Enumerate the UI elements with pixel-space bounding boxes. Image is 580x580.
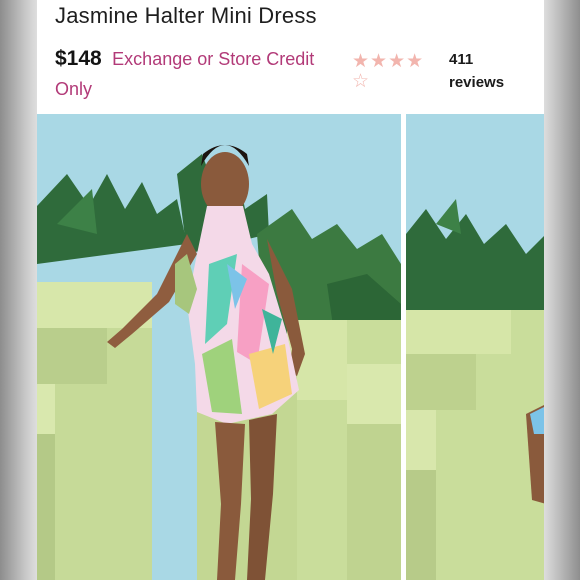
return-policy-line-1: Exchange or Store Credit (112, 49, 315, 69)
main-photo[interactable] (37, 114, 401, 580)
review-label: reviews (449, 74, 505, 91)
star-icon: ★ (352, 51, 370, 72)
review-count: 411 (449, 51, 474, 68)
image-gallery[interactable] (37, 114, 544, 580)
star-outline-icon: ☆ (352, 71, 370, 92)
next-photo[interactable] (406, 114, 544, 580)
return-policy-line-2: Only (55, 79, 93, 99)
star-icon: ★ (388, 51, 406, 72)
product-title: Jasmine Halter Mini Dress (55, 3, 317, 28)
star-icon: ★ (370, 51, 388, 72)
reviews-link[interactable]: 411 reviews (449, 48, 529, 94)
left-blurred-edge (0, 0, 37, 580)
star-rating[interactable]: ★★★★ ☆ (352, 52, 442, 92)
product-price: $148 (55, 47, 102, 70)
price-block: $148 Exchange or Store Credit Only (55, 44, 345, 105)
product-card: Jasmine Halter Mini Dress $148 Exchange … (37, 0, 544, 580)
right-blurred-edge (544, 0, 580, 580)
star-icon: ★ (406, 51, 424, 72)
